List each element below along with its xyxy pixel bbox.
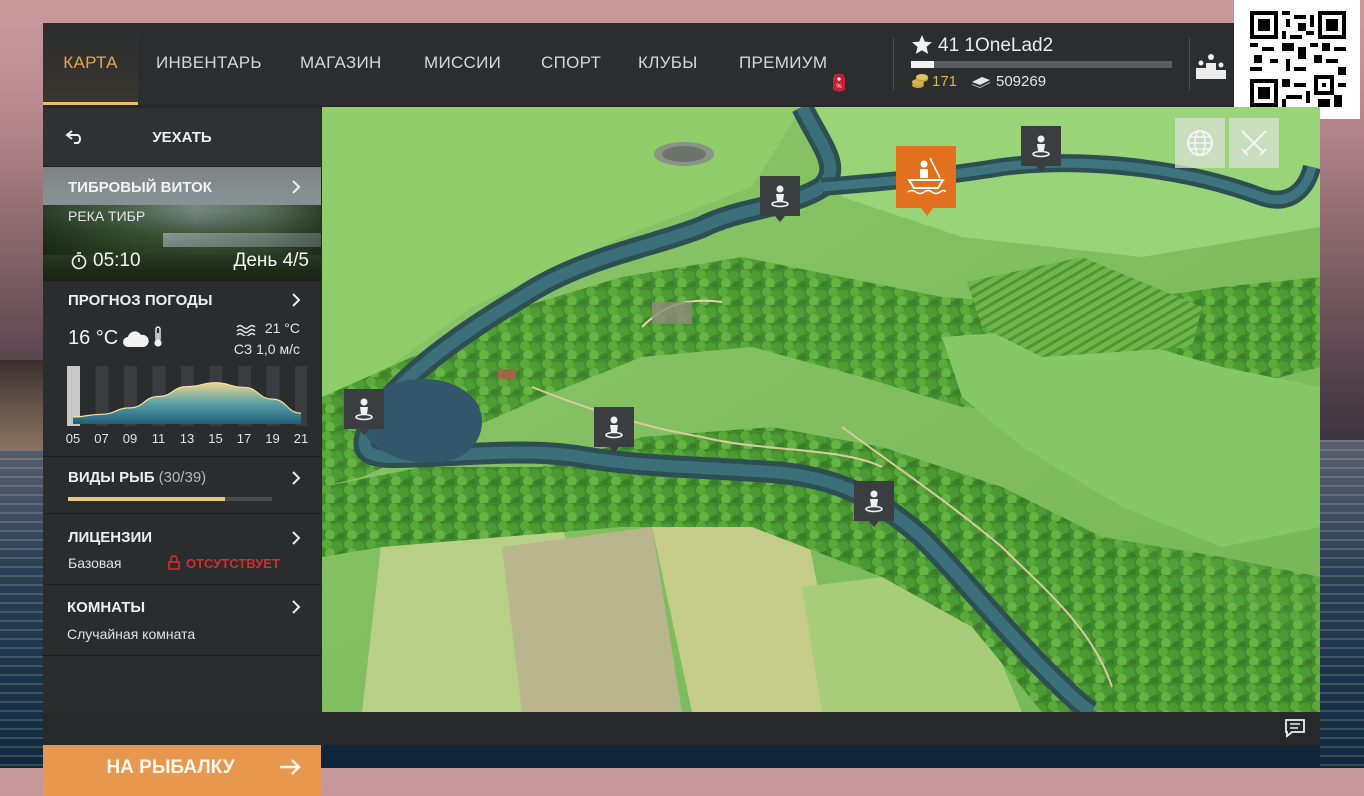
forecast-hour-label: 19 xyxy=(265,431,280,446)
rooms-title: КОМНАТЫ xyxy=(67,599,146,616)
water-temperature: 21 °C xyxy=(264,320,300,336)
coins-value: 171 xyxy=(932,73,958,90)
fish-species-label: ВИДЫ РЫБ xyxy=(68,469,155,486)
tab-sport[interactable]: СПОРТ xyxy=(541,23,601,105)
forecast-hour-label: 11 xyxy=(151,431,166,446)
forecast-hour-label: 21 xyxy=(293,431,309,446)
fishing-spot-marker[interactable] xyxy=(854,481,894,527)
spot-river: РЕКА ТИБР xyxy=(68,208,146,224)
air-temperature: 16 °C xyxy=(68,327,119,349)
forecast-hour-label: 07 xyxy=(94,431,109,446)
forecast-hour-label: 15 xyxy=(208,431,223,446)
game-window: КАРТА ИНВЕНТАРЬ МАГАЗИН МИССИИ СПОРТ КЛУ… xyxy=(43,0,1360,796)
tab-inventory[interactable]: ИНВЕНТАРЬ xyxy=(156,23,262,105)
tab-missions[interactable]: МИССИИ xyxy=(424,23,501,105)
podium-icon[interactable] xyxy=(1195,51,1227,79)
lock-icon xyxy=(168,555,180,570)
background-shore xyxy=(0,360,43,450)
fish-species[interactable]: ВИДЫ РЫБ (30/39) xyxy=(43,457,321,514)
licenses[interactable]: ЛИЦЕНЗИИ Базовая ОТСУТСТВУЕТ xyxy=(43,514,321,585)
license-status: ОТСУТСТВУЕТ xyxy=(186,556,280,571)
divider xyxy=(1189,37,1190,91)
forecast-hour-label: 17 xyxy=(236,431,252,446)
chevron-right-icon xyxy=(291,471,301,485)
room-value: Случайная комната xyxy=(67,626,196,642)
forecast-hours: 05 07 09 11 13 15 17 19 21 xyxy=(61,431,311,447)
weather-forecast[interactable]: ПРОГНОЗ ПОГОДЫ 16 °C 21 °C СЗ 1,0 м/с 05… xyxy=(43,281,321,457)
tab-shop[interactable]: МАГАЗИН xyxy=(300,23,382,105)
tab-premium[interactable]: ПРЕМИУМ xyxy=(739,23,827,105)
license-type: Базовая xyxy=(68,555,122,571)
fish-progress-fill xyxy=(68,497,226,501)
divider xyxy=(893,37,894,91)
leave-button[interactable]: УЕХАТЬ xyxy=(43,108,321,167)
wind: СЗ 1,0 м/с xyxy=(233,341,300,357)
crossed-swords-icon xyxy=(1241,130,1267,156)
background-sea-right xyxy=(1320,440,1364,768)
fisherman-icon xyxy=(605,416,623,439)
star-icon xyxy=(911,34,933,56)
location-map[interactable] xyxy=(322,107,1320,712)
tab-clubs[interactable]: КЛУБЫ xyxy=(638,23,698,105)
licenses-title: ЛИЦЕНЗИИ xyxy=(68,529,153,546)
boat-icon xyxy=(907,157,946,195)
bottom-bar xyxy=(43,713,1320,745)
forecast-hour-label: 05 xyxy=(65,431,81,446)
weather-title: ПРОГНОЗ ПОГОДЫ xyxy=(68,292,213,309)
fish-species-count: (30/39) xyxy=(158,469,207,486)
fish-progress-bar xyxy=(68,497,272,501)
forecast-hour-label: 09 xyxy=(122,431,138,446)
location-sidebar: УЕХАТЬ ТИБРОВЫЙ ВИТОК РЕКА ТИБР 05:10 Де… xyxy=(43,108,321,796)
selected-boat-spot-marker[interactable] xyxy=(896,146,956,216)
fisherman-icon xyxy=(355,398,373,421)
xp-bar-fill xyxy=(911,61,935,68)
svg-text:%: % xyxy=(836,84,842,90)
fishing-spot-marker[interactable] xyxy=(1021,126,1061,172)
thermometer-icon xyxy=(153,326,163,348)
top-navigation: КАРТА ИНВЕНТАРЬ МАГАЗИН МИССИИ СПОРТ КЛУ… xyxy=(43,0,1360,119)
arrow-right-icon xyxy=(279,759,301,775)
qr-code xyxy=(1234,0,1360,119)
competition-button[interactable] xyxy=(1229,118,1279,168)
fish-species-title: ВИДЫ РЫБ (30/39) xyxy=(68,469,206,486)
chevron-right-icon xyxy=(291,600,301,614)
chevron-right-icon xyxy=(291,293,301,307)
fishing-spot-marker[interactable] xyxy=(760,176,800,222)
fishing-spot-card[interactable]: ТИБРОВЫЙ ВИТОК РЕКА ТИБР 05:10 День 4/5 xyxy=(43,167,321,281)
globe-icon xyxy=(1187,130,1213,156)
background-sea-left xyxy=(0,440,43,768)
fisherman-icon xyxy=(1032,135,1050,158)
chevron-right-icon xyxy=(291,531,301,545)
price-tag-icon: % xyxy=(831,73,847,93)
cash-value: 509269 xyxy=(996,73,1047,90)
player-info: 41 1OneLad2 171 509269 xyxy=(911,31,1181,97)
leave-label: УЕХАТЬ xyxy=(152,129,212,146)
map-terrain xyxy=(322,107,1320,712)
forecast-hour-label: 13 xyxy=(179,431,195,446)
fisherman-icon xyxy=(771,185,789,208)
fisherman-icon xyxy=(865,490,883,513)
cloud-icon xyxy=(122,330,150,348)
fishing-spot-marker[interactable] xyxy=(344,389,384,435)
xp-bar xyxy=(911,61,1172,68)
globe-button[interactable] xyxy=(1175,118,1225,168)
tab-map[interactable]: КАРТА xyxy=(43,23,138,105)
chevron-right-icon xyxy=(291,180,301,194)
spot-day: День 4/5 xyxy=(233,250,309,271)
cash-icon xyxy=(970,75,992,88)
clock-icon xyxy=(71,252,87,270)
player-level-name: 41 1OneLad2 xyxy=(938,35,1054,56)
daylight-chart xyxy=(67,366,307,426)
spot-time: 05:10 xyxy=(93,250,141,271)
spot-title: ТИБРОВЫЙ ВИТОК xyxy=(68,179,212,196)
waves-icon xyxy=(236,323,256,338)
coins-icon xyxy=(911,73,929,89)
go-fishing-label: НА РЫБАЛКУ xyxy=(106,757,235,778)
rooms[interactable]: КОМНАТЫ Случайная комната xyxy=(43,585,321,656)
chat-icon[interactable] xyxy=(1284,718,1306,738)
fishing-spot-marker[interactable] xyxy=(594,407,634,453)
